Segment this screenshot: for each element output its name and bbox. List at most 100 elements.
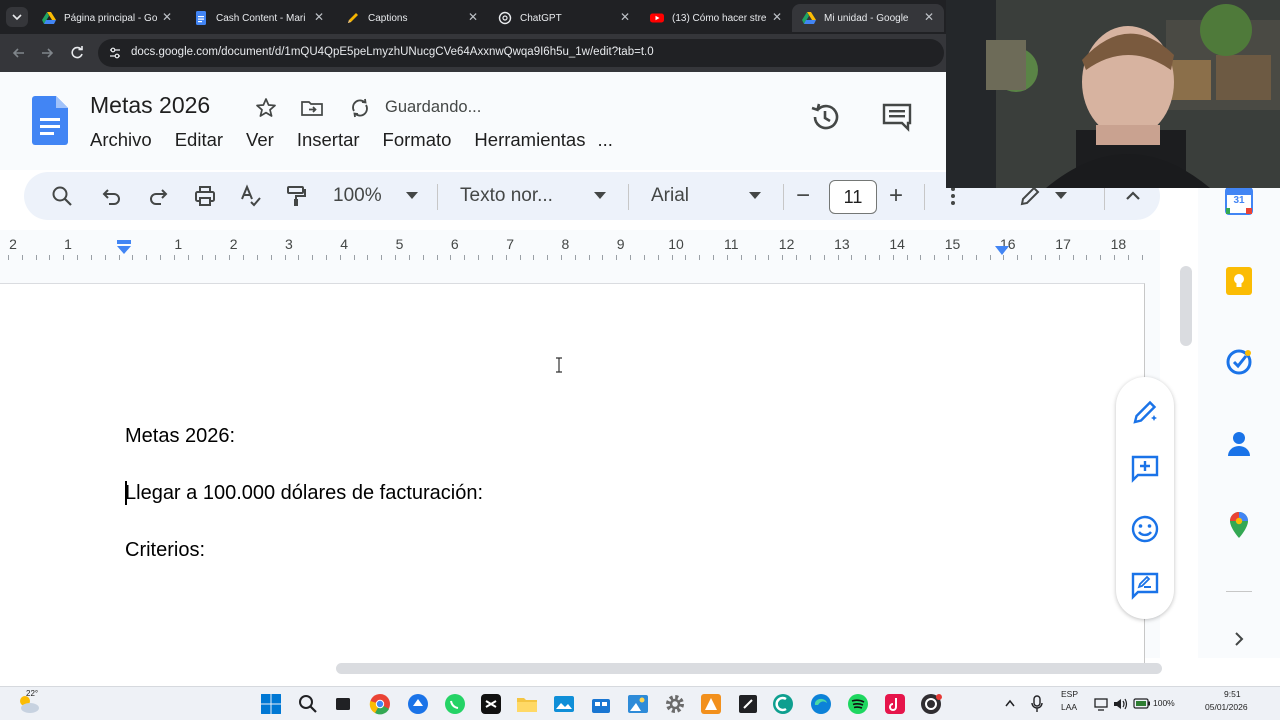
reload-button[interactable] — [66, 42, 88, 64]
google-keep-icon[interactable] — [1224, 266, 1254, 296]
file-explorer-icon[interactable] — [516, 693, 538, 715]
decrease-font-size-button[interactable]: − — [796, 182, 810, 210]
browser-tab[interactable]: Página principal - Go ✕ — [32, 4, 182, 32]
ruler-tick — [561, 255, 562, 260]
menu-archivo[interactable]: Archivo — [90, 129, 152, 151]
clock-time[interactable]: 9:51 — [1224, 689, 1241, 699]
horizontal-scrollbar[interactable] — [336, 663, 1162, 674]
ruler-tick — [1072, 255, 1074, 260]
sticky-notes-icon[interactable] — [737, 693, 759, 715]
photos-icon[interactable] — [553, 693, 575, 715]
battery-icon[interactable] — [1133, 698, 1151, 709]
increase-font-size-button[interactable]: + — [889, 182, 903, 210]
paragraph-style-select[interactable]: Texto nor... — [460, 185, 553, 207]
undo-icon[interactable] — [100, 184, 124, 208]
forward-button[interactable] — [36, 42, 58, 64]
image-editor-icon[interactable] — [627, 693, 649, 715]
comment-icon[interactable] — [881, 102, 913, 132]
version-history-icon[interactable] — [808, 100, 842, 134]
right-indent-marker[interactable] — [994, 246, 1010, 258]
ruler-tick — [961, 255, 963, 260]
whatsapp-icon[interactable] — [444, 693, 466, 715]
font-size-input[interactable]: 11 — [829, 180, 877, 214]
site-info-icon[interactable] — [108, 46, 122, 60]
caret-down-icon[interactable] — [1055, 192, 1067, 199]
language-code[interactable]: ESP — [1061, 689, 1078, 699]
menu-insertar[interactable]: Insertar — [297, 129, 360, 151]
search-icon[interactable] — [50, 184, 74, 208]
suggest-edits-icon[interactable] — [1130, 571, 1160, 601]
vertical-scrollbar[interactable] — [1180, 266, 1192, 346]
app-icon[interactable] — [772, 693, 794, 715]
menu-formato[interactable]: Formato — [383, 129, 452, 151]
task-view-icon[interactable] — [332, 693, 354, 715]
tiktok-icon[interactable] — [884, 693, 906, 715]
add-comment-icon[interactable] — [1130, 454, 1160, 484]
search-icon[interactable] — [297, 693, 319, 715]
google-tasks-icon[interactable] — [1224, 347, 1254, 377]
menu-editar[interactable]: Editar — [175, 129, 223, 151]
menu-more[interactable]: ... — [597, 129, 612, 151]
spellcheck-icon[interactable] — [239, 184, 263, 208]
ruler-tick — [187, 255, 189, 260]
capcut-icon[interactable] — [480, 693, 502, 715]
chevron-up-icon[interactable] — [1004, 698, 1016, 708]
menu-ver[interactable]: Ver — [246, 129, 274, 151]
language-layout[interactable]: LAA — [1061, 702, 1077, 712]
browser-tab[interactable]: Captions ✕ — [336, 4, 488, 32]
chevron-right-icon[interactable] — [1231, 629, 1247, 649]
paint-format-icon[interactable] — [284, 184, 308, 208]
back-button[interactable] — [8, 42, 30, 64]
emoji-reaction-icon[interactable] — [1130, 514, 1160, 544]
google-calendar-icon[interactable]: 31 — [1224, 186, 1254, 216]
google-docs-logo-icon[interactable] — [32, 96, 68, 146]
menu-bar: Archivo Editar Ver Insertar Formato Herr… — [90, 129, 636, 151]
close-icon[interactable]: ✕ — [312, 10, 326, 24]
close-icon[interactable]: ✕ — [618, 10, 632, 24]
move-folder-icon[interactable] — [300, 96, 324, 120]
google-maps-icon[interactable] — [1224, 510, 1254, 540]
browser-tab-active[interactable]: Mi unidad - Google ✕ — [792, 4, 944, 32]
close-icon[interactable]: ✕ — [466, 10, 480, 24]
browser-tab[interactable]: (13) Cómo hacer stre ✕ — [640, 4, 792, 32]
ai-pencil-icon[interactable] — [1130, 397, 1160, 427]
star-icon[interactable] — [254, 96, 278, 120]
windows-start-icon[interactable] — [260, 693, 282, 715]
browser-tab[interactable]: ChatGPT ✕ — [488, 4, 640, 32]
app-icon[interactable] — [700, 693, 722, 715]
spotify-icon[interactable] — [847, 693, 869, 715]
edge-icon[interactable] — [810, 693, 832, 715]
browser-tab[interactable]: Cash Content - Mari ✕ — [184, 4, 334, 32]
app-icon[interactable] — [407, 693, 429, 715]
ruler-tick — [146, 255, 148, 260]
volume-icon[interactable] — [1113, 697, 1129, 711]
redo-icon[interactable] — [146, 184, 170, 208]
left-indent-marker[interactable] — [116, 240, 132, 256]
obs-icon[interactable] — [920, 693, 942, 715]
tab-search-button[interactable] — [6, 7, 28, 27]
store-icon[interactable] — [590, 693, 612, 715]
document-heading-line[interactable]: Metas 2026: — [125, 425, 235, 448]
ruler[interactable]: 2 1 1 2 3 4 5 6 7 8 9 10 11 12 13 14 15 16 17 18 — [0, 230, 1160, 262]
font-family-select[interactable]: Arial — [651, 185, 689, 207]
document-paragraph[interactable]: Llegar a 100.000 dólares de facturación: — [125, 482, 483, 505]
close-icon[interactable]: ✕ — [922, 10, 936, 24]
settings-gear-icon[interactable] — [664, 693, 686, 715]
menu-herramientas[interactable]: Herramientas — [474, 129, 585, 151]
close-icon[interactable]: ✕ — [160, 10, 174, 24]
document-page[interactable] — [0, 283, 1145, 663]
google-contacts-icon[interactable] — [1224, 428, 1254, 458]
chrome-icon[interactable] — [369, 693, 391, 715]
document-paragraph[interactable]: Criterios: — [125, 539, 205, 562]
zoom-select[interactable]: 100% — [333, 185, 382, 207]
network-icon[interactable] — [1094, 697, 1108, 711]
google-drive-icon — [42, 11, 56, 25]
close-icon[interactable]: ✕ — [770, 10, 784, 24]
ruler-label: 2 — [9, 236, 17, 252]
url-bar[interactable]: docs.google.com/document/d/1mQU4QpE5peLm… — [98, 39, 944, 67]
clock-date[interactable]: 05/01/2026 — [1205, 702, 1248, 712]
ruler-tick — [312, 255, 314, 260]
document-title[interactable]: Metas 2026 — [90, 92, 210, 119]
microphone-icon[interactable] — [1030, 695, 1044, 713]
print-icon[interactable] — [193, 184, 217, 208]
